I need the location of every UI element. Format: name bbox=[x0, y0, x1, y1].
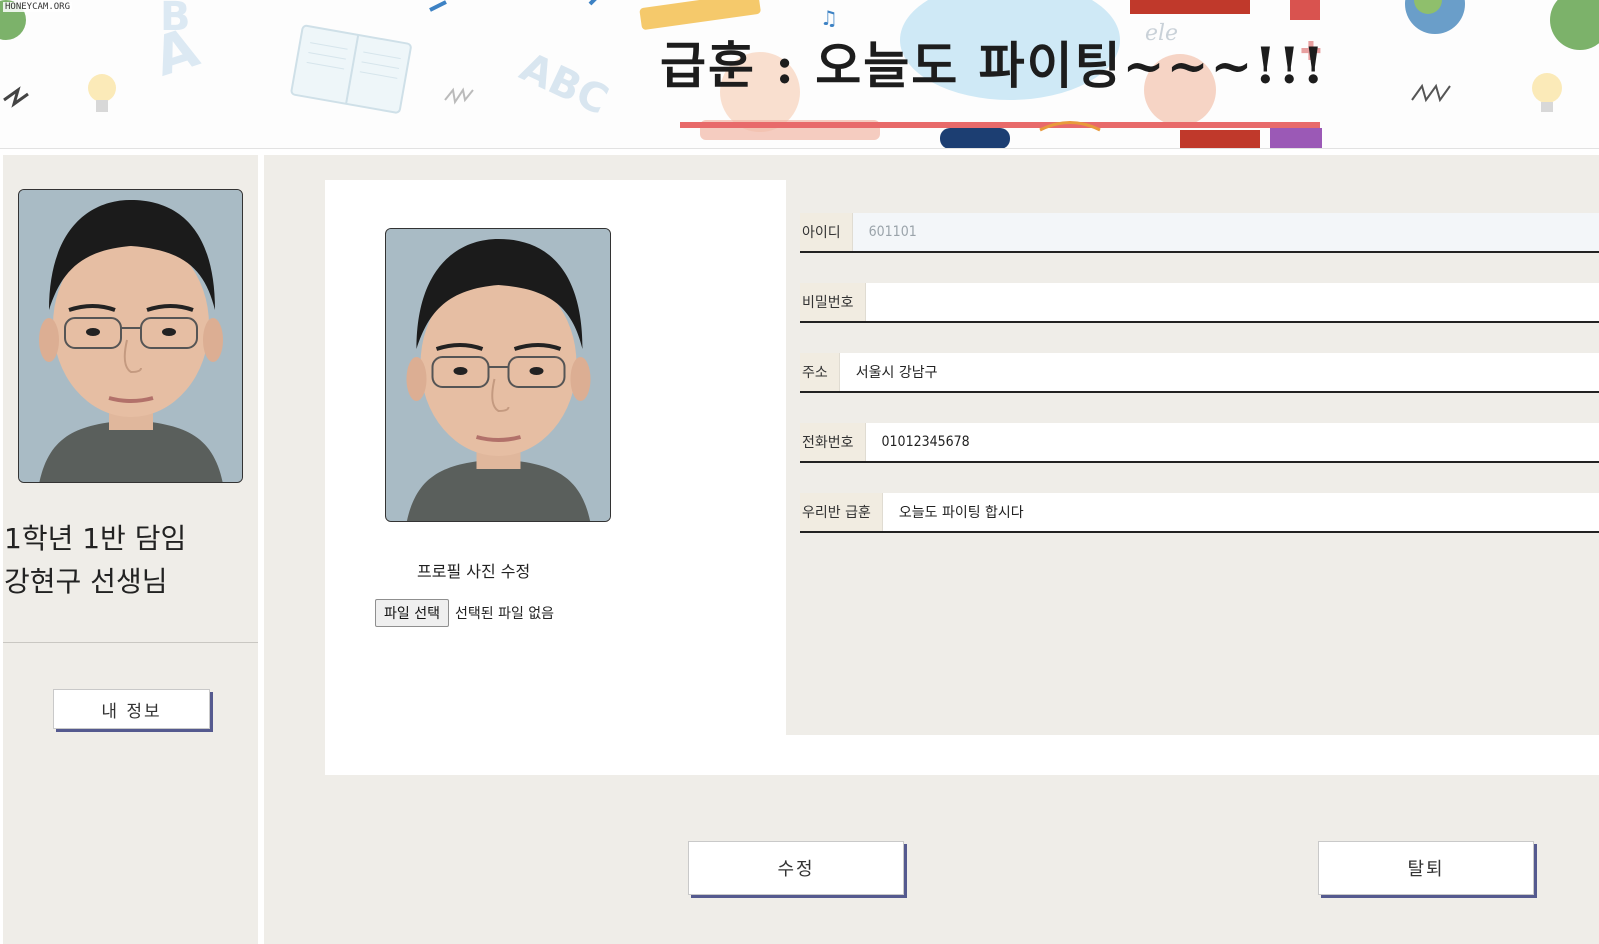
field-user-id: 아이디 bbox=[800, 213, 1599, 253]
file-status-text: 선택된 파일 없음 bbox=[454, 606, 555, 622]
teacher-info: 1학년 1반 담임 강현구 선생님 bbox=[4, 517, 186, 603]
phone-label: 전화번호 bbox=[800, 423, 866, 461]
portrait-image bbox=[386, 229, 610, 521]
field-class-motto: 우리반 급훈 bbox=[800, 493, 1599, 533]
address-input[interactable] bbox=[839, 353, 1599, 391]
main-content: 프로필 사진 수정 파일 선택 선택된 파일 없음 아이디 비밀번호 주소 전화… bbox=[264, 155, 1599, 944]
profile-form: 아이디 비밀번호 주소 전화번호 우리반 급훈 bbox=[786, 180, 1599, 735]
withdraw-button[interactable]: 탈퇴 bbox=[1318, 841, 1534, 895]
edit-button[interactable]: 수정 bbox=[688, 841, 904, 895]
user-id-input[interactable] bbox=[852, 213, 1599, 251]
field-phone: 전화번호 bbox=[800, 423, 1599, 463]
choose-file-button[interactable]: 파일 선택 bbox=[375, 599, 449, 627]
profile-card: 프로필 사진 수정 파일 선택 선택된 파일 없음 아이디 비밀번호 주소 전화… bbox=[325, 180, 1599, 775]
class-motto-input[interactable] bbox=[882, 493, 1599, 531]
sidebar-profile-photo bbox=[18, 189, 243, 483]
sidebar-divider bbox=[3, 642, 258, 643]
profile-photo-edit-label: 프로필 사진 수정 bbox=[417, 562, 531, 581]
portrait-image bbox=[19, 190, 242, 482]
password-label: 비밀번호 bbox=[800, 283, 866, 321]
banner-motto-title: 급훈 : 오늘도 파이팅~~~!!! bbox=[660, 36, 1327, 95]
class-motto-label: 우리반 급훈 bbox=[800, 493, 883, 531]
user-id-label: 아이디 bbox=[800, 213, 853, 251]
password-input[interactable] bbox=[865, 283, 1599, 321]
svg-text:ABC: ABC bbox=[513, 44, 615, 124]
my-info-button[interactable]: 내 정보 bbox=[53, 689, 210, 729]
watermark-text: HONEYCAM.ORG bbox=[3, 2, 73, 12]
sidebar: 1학년 1반 담임 강현구 선생님 내 정보 bbox=[3, 155, 258, 944]
address-label: 주소 bbox=[800, 353, 840, 391]
field-password: 비밀번호 bbox=[800, 283, 1599, 323]
header-banner: A B ABC ele ♫ ✚ HONEYCAM.ORG 급훈: 오늘도 파이… bbox=[0, 0, 1599, 149]
field-address: 주소 bbox=[800, 353, 1599, 393]
teacher-name-text: 강현구 선생님 bbox=[4, 565, 168, 598]
profile-photo-preview bbox=[385, 228, 611, 522]
svg-text:B: B bbox=[160, 0, 191, 40]
file-picker: 파일 선택 선택된 파일 없음 bbox=[375, 599, 554, 627]
teacher-class-text: 1학년 1반 담임 bbox=[4, 522, 187, 555]
phone-input[interactable] bbox=[865, 423, 1599, 461]
